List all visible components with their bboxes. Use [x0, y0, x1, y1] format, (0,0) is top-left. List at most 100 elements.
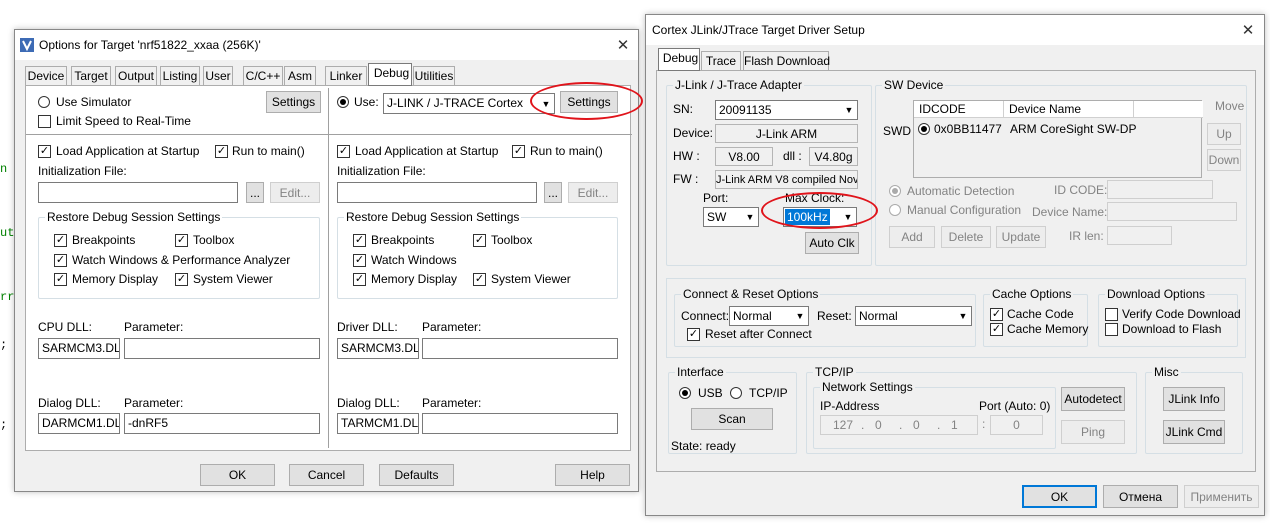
tab-utilities[interactable]: Utilities	[413, 66, 455, 86]
left-toolbox-checkbox[interactable]: ✓	[175, 234, 188, 247]
right-load-app-checkbox[interactable]: ✓	[337, 145, 350, 158]
move-down-button[interactable]: Down	[1207, 149, 1241, 171]
jlink-cmd-button[interactable]: JLink Cmd	[1163, 420, 1225, 444]
tab-debug[interactable]: Debug	[368, 63, 412, 86]
options-help-button[interactable]: Help	[555, 464, 630, 486]
ip-address-label: IP-Address	[820, 399, 880, 413]
ip-address-input[interactable]: 127 . 0 . 0 . 1	[820, 415, 978, 435]
scan-button[interactable]: Scan	[691, 408, 773, 430]
swd-label: SWD	[883, 124, 911, 138]
dialog-dll-input[interactable]: DARMCM1.DLL	[38, 413, 120, 434]
device-name-input[interactable]	[1107, 202, 1237, 221]
right-watch-checkbox[interactable]: ✓	[353, 254, 366, 267]
tab-asm[interactable]: Asm	[284, 66, 316, 86]
tab-listing[interactable]: Listing	[160, 66, 200, 86]
close-icon[interactable]: ✕	[1238, 21, 1258, 39]
right-init-file-input[interactable]	[337, 182, 537, 203]
auto-detection-radio[interactable]	[889, 185, 901, 197]
options-ok-button[interactable]: OK	[200, 464, 275, 486]
simulator-settings-button[interactable]: Settings	[266, 91, 321, 113]
ip-octet-1: 127	[833, 418, 854, 432]
add-button[interactable]: Add	[889, 226, 935, 248]
reset-after-connect-checkbox[interactable]: ✓	[687, 328, 700, 341]
tcpip-radio[interactable]	[730, 387, 742, 399]
use-driver-radio[interactable]	[337, 96, 349, 108]
jlink-apply-button[interactable]: Применить	[1184, 485, 1259, 508]
tab-device[interactable]: Device	[25, 66, 67, 86]
cpu-dll-input[interactable]: SARMCM3.DLL	[38, 338, 120, 359]
tab-target[interactable]: Target	[71, 66, 111, 86]
right-edit-button[interactable]: Edit...	[568, 182, 618, 203]
left-system-viewer-checkbox[interactable]: ✓	[175, 273, 188, 286]
driver-select[interactable]: J-LINK / J-TRACE Cortex ▼	[383, 93, 555, 114]
close-icon[interactable]: ✕	[613, 36, 633, 54]
device-label: Device:	[673, 126, 714, 140]
reset-select[interactable]: Normal ▼	[855, 306, 972, 326]
right-dialog-dll-input[interactable]: TARMCM1.DLL	[337, 413, 419, 434]
left-breakpoints-checkbox[interactable]: ✓	[54, 234, 67, 247]
tab-output[interactable]: Output	[115, 66, 157, 86]
jlink-ok-button[interactable]: OK	[1022, 485, 1097, 508]
cache-code-checkbox[interactable]: ✓	[990, 308, 1003, 321]
tab-trace[interactable]: Trace	[701, 51, 741, 71]
tab-flash-download[interactable]: Flash Download	[743, 51, 830, 71]
port-select[interactable]: SW ▼	[703, 207, 759, 227]
move-up-button[interactable]: Up	[1207, 123, 1241, 145]
left-run-to-main-checkbox[interactable]: ✓	[215, 145, 228, 158]
chevron-down-icon: ▼	[745, 212, 755, 222]
right-toolbox-checkbox[interactable]: ✓	[473, 234, 486, 247]
left-init-file-input[interactable]	[38, 182, 238, 203]
jlink-info-button[interactable]: JLink Info	[1163, 387, 1225, 411]
limit-speed-checkbox[interactable]	[38, 115, 51, 128]
dialog-param-input[interactable]: -dnRF5	[124, 413, 320, 434]
left-watch-checkbox[interactable]: ✓	[54, 254, 67, 267]
options-cancel-button[interactable]: Cancel	[289, 464, 364, 486]
max-clock-select[interactable]: 100kHz ▼	[783, 207, 857, 227]
right-browse-button[interactable]: ...	[544, 182, 562, 203]
left-load-app-checkbox[interactable]: ✓	[38, 145, 51, 158]
row-idcode[interactable]: 0x0BB11477	[934, 122, 1002, 136]
cache-options-title: Cache Options	[990, 287, 1074, 301]
jlink-cancel-button[interactable]: Отмена	[1103, 485, 1178, 508]
left-edit-button[interactable]: Edit...	[270, 182, 320, 203]
ping-button[interactable]: Ping	[1061, 420, 1125, 444]
ir-len-input[interactable]	[1107, 226, 1172, 245]
driver-dll-input[interactable]: SARMCM3.DLL	[337, 338, 419, 359]
right-system-viewer-checkbox[interactable]: ✓	[473, 273, 486, 286]
sw-device-table: IDCODE Device Name 0x0BB11477 ARM CoreSi…	[913, 100, 1203, 178]
device-name-label: Device Name:	[1032, 205, 1108, 219]
sn-select[interactable]: 20091135 ▼	[715, 100, 858, 120]
right-memory-checkbox[interactable]: ✓	[353, 273, 366, 286]
manual-config-radio[interactable]	[889, 204, 901, 216]
options-defaults-button[interactable]: Defaults	[379, 464, 454, 486]
tab-user[interactable]: User	[203, 66, 233, 86]
driver-settings-button[interactable]: Settings	[560, 91, 618, 113]
download-options-title: Download Options	[1105, 287, 1208, 301]
tab-jlink-debug[interactable]: Debug	[658, 48, 700, 71]
auto-clk-button[interactable]: Auto Clk	[805, 232, 859, 254]
limit-speed-label: Limit Speed to Real-Time	[56, 114, 191, 128]
update-button[interactable]: Update	[996, 226, 1046, 248]
right-breakpoints-checkbox[interactable]: ✓	[353, 234, 366, 247]
tab-c-cpp[interactable]: C/C++	[243, 66, 283, 86]
id-code-input[interactable]	[1107, 180, 1213, 199]
connect-select[interactable]: Normal ▼	[729, 306, 809, 326]
autodetect-button[interactable]: Autodetect	[1061, 387, 1125, 411]
driver-param-input[interactable]	[422, 338, 618, 359]
cpu-param-input[interactable]	[124, 338, 320, 359]
row-device-name[interactable]: ARM CoreSight SW-DP	[1010, 122, 1136, 136]
right-run-to-main-checkbox[interactable]: ✓	[512, 145, 525, 158]
left-browse-button[interactable]: ...	[246, 182, 264, 203]
tcp-port-input[interactable]: 0	[990, 415, 1043, 435]
sw-device-row-radio[interactable]	[918, 123, 930, 135]
left-memory-checkbox[interactable]: ✓	[54, 273, 67, 286]
sn-value: 20091135	[719, 103, 772, 117]
tab-linker[interactable]: Linker	[325, 66, 367, 86]
verify-download-checkbox[interactable]	[1105, 308, 1118, 321]
download-flash-checkbox[interactable]	[1105, 323, 1118, 336]
use-simulator-radio[interactable]	[38, 96, 50, 108]
cache-memory-checkbox[interactable]: ✓	[990, 323, 1003, 336]
right-dialog-param-input[interactable]	[422, 413, 618, 434]
delete-button[interactable]: Delete	[941, 226, 991, 248]
usb-radio[interactable]	[679, 387, 691, 399]
